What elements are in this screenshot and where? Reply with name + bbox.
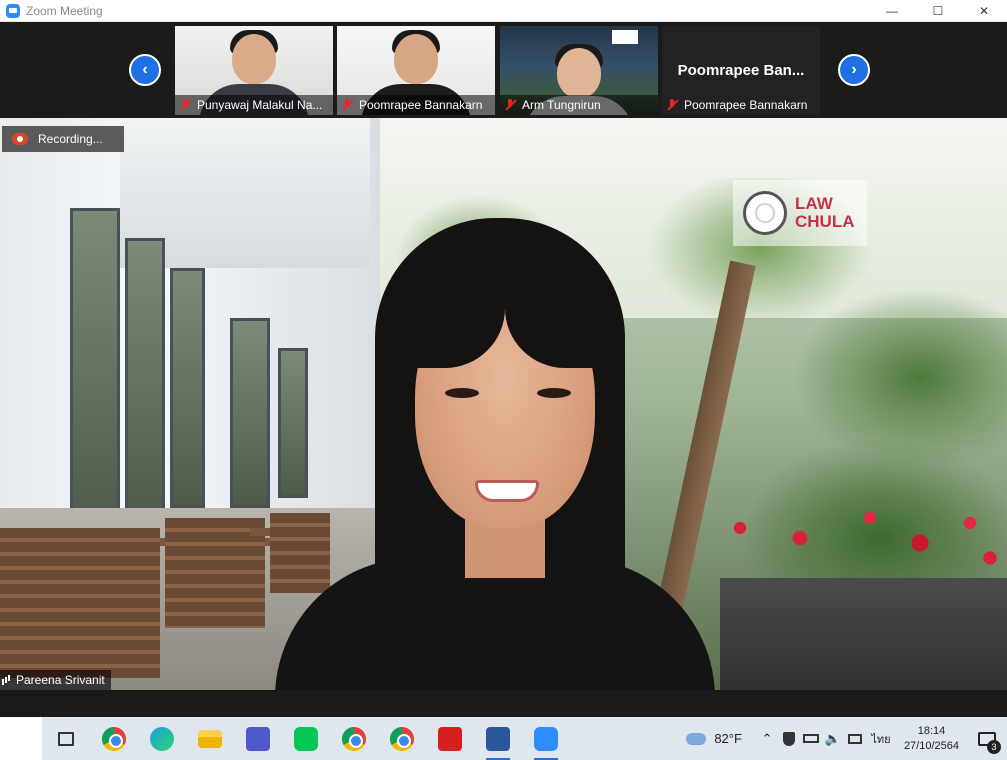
chevron-left-icon: ‹ — [142, 61, 148, 78]
pdf-icon — [438, 726, 462, 751]
clock-time: 18:14 — [917, 724, 946, 737]
battery-icon — [802, 734, 819, 743]
line-icon — [294, 726, 318, 751]
weather-temperature: 82°F — [714, 731, 742, 746]
recording-label: Recording... — [38, 132, 103, 146]
meeting-bottom-bar — [0, 690, 1007, 717]
language-indicator[interactable]: ไทย — [866, 717, 896, 760]
zoom-app-icon — [6, 3, 20, 18]
participant-name: Punyawaj Malakul Na... — [197, 98, 323, 112]
close-button[interactable]: ✕ — [961, 0, 1007, 22]
taskbar-file-explorer[interactable] — [186, 717, 234, 760]
participant-name: Poomrapee Bannakarn — [684, 98, 808, 112]
speaker-name-label: Pareena Srivanit — [0, 670, 111, 690]
windows-taskbar: 82°F ⌃ 🔈 ไทย 18:14 27/10/2564 3 — [0, 717, 1007, 760]
maximize-button[interactable]: ☐ — [915, 0, 961, 22]
chrome-icon — [342, 726, 366, 751]
system-tray: 82°F ⌃ 🔈 ไทย 18:14 27/10/2564 3 — [686, 717, 1007, 760]
edge-icon — [150, 726, 174, 751]
logo-text-line2: CHULA — [795, 212, 855, 231]
background-flowers — [720, 498, 1007, 578]
taskbar-zoom[interactable] — [522, 717, 570, 760]
taskbar-edge[interactable] — [138, 717, 186, 760]
participant-face — [394, 34, 438, 84]
taskbar-chrome-profile-a[interactable] — [378, 717, 426, 760]
zoom-icon — [534, 726, 558, 751]
weather-widget[interactable]: 82°F — [686, 731, 742, 746]
chula-logo-icon — [612, 30, 638, 44]
network-tray-button[interactable] — [844, 717, 866, 760]
participant-face — [557, 48, 601, 98]
participant-name-bar: Poomrapee Bannakarn — [662, 95, 820, 115]
title-bar: Zoom Meeting — ☐ ✕ — [0, 0, 1007, 22]
shield-icon — [782, 731, 795, 746]
audio-signal-icon — [2, 675, 12, 685]
battery-tray-button[interactable] — [800, 717, 822, 760]
gallery-strip: ‹ Punyawaj Malakul Na... Poomrapee Banna… — [0, 22, 1007, 118]
word-icon — [486, 726, 510, 751]
taskbar-acrobat[interactable] — [426, 717, 474, 760]
window-title: Zoom Meeting — [26, 3, 103, 18]
background-pond — [720, 578, 1007, 690]
law-chula-logo: LAW CHULA — [733, 180, 867, 246]
chrome-icon — [102, 726, 126, 751]
participant-tile[interactable]: Poomrapee Ban... Poomrapee Bannakarn — [662, 26, 820, 115]
participant-name: Poomrapee Bannakarn — [359, 98, 483, 112]
participant-name-bar: Punyawaj Malakul Na... — [175, 95, 333, 115]
recording-cloud-icon — [12, 133, 28, 145]
chrome-icon — [390, 726, 414, 751]
language-label: ไทย — [871, 733, 891, 746]
teams-icon — [246, 726, 270, 751]
window-controls: — ☐ ✕ — [869, 0, 1007, 22]
gallery-next-button[interactable]: › — [838, 54, 870, 86]
task-view-icon — [58, 731, 74, 746]
speaker-icon: 🔈 — [824, 730, 842, 746]
participant-face — [232, 34, 276, 84]
notification-count-badge: 3 — [987, 740, 1001, 754]
participant-name-bar: Arm Tungnirun — [500, 95, 658, 115]
participant-name-bar: Poomrapee Bannakarn — [337, 95, 495, 115]
gallery-prev-button[interactable]: ‹ — [129, 54, 161, 86]
taskbar-line[interactable] — [282, 717, 330, 760]
active-speaker-video[interactable]: LAW CHULA — [0, 118, 1007, 690]
participant-name: Arm Tungnirun — [522, 98, 601, 112]
taskbar-chrome[interactable] — [90, 717, 138, 760]
university-seal-icon — [743, 191, 787, 235]
mic-off-icon — [341, 99, 353, 111]
logo-text-line1: LAW — [795, 194, 833, 213]
participant-tile[interactable]: Poomrapee Bannakarn — [337, 26, 495, 115]
chevron-right-icon: › — [851, 61, 857, 78]
mic-off-icon — [504, 99, 516, 111]
speaker-person — [255, 218, 735, 690]
taskbar-teams[interactable] — [234, 717, 282, 760]
chevron-up-icon: ⌃ — [761, 730, 773, 746]
task-view-button[interactable] — [42, 717, 90, 760]
cloud-icon — [686, 732, 707, 745]
mic-off-icon — [179, 99, 191, 111]
speaker-name: Pareena Srivanit — [16, 673, 105, 687]
recording-indicator[interactable]: Recording... — [2, 126, 124, 152]
taskbar-word[interactable] — [474, 717, 522, 760]
mic-off-icon — [666, 99, 678, 111]
taskbar-chrome-profile-l[interactable] — [330, 717, 378, 760]
participant-display-name: Poomrapee Ban... — [677, 62, 805, 79]
participant-tile[interactable]: Arm Tungnirun — [500, 26, 658, 115]
volume-tray-button[interactable]: 🔈 — [822, 717, 844, 760]
taskbar-search-area[interactable] — [0, 717, 42, 760]
network-icon — [847, 733, 862, 744]
security-tray-button[interactable] — [778, 717, 800, 760]
clock-date: 27/10/2564 — [903, 739, 959, 752]
taskbar-clock[interactable]: 18:14 27/10/2564 — [904, 724, 959, 754]
minimize-button[interactable]: — — [869, 0, 915, 22]
notification-center-button[interactable]: 3 — [967, 717, 1007, 760]
folder-icon — [198, 729, 222, 748]
participant-tile[interactable]: Punyawaj Malakul Na... — [175, 26, 333, 115]
show-hidden-icons-button[interactable]: ⌃ — [756, 717, 778, 760]
